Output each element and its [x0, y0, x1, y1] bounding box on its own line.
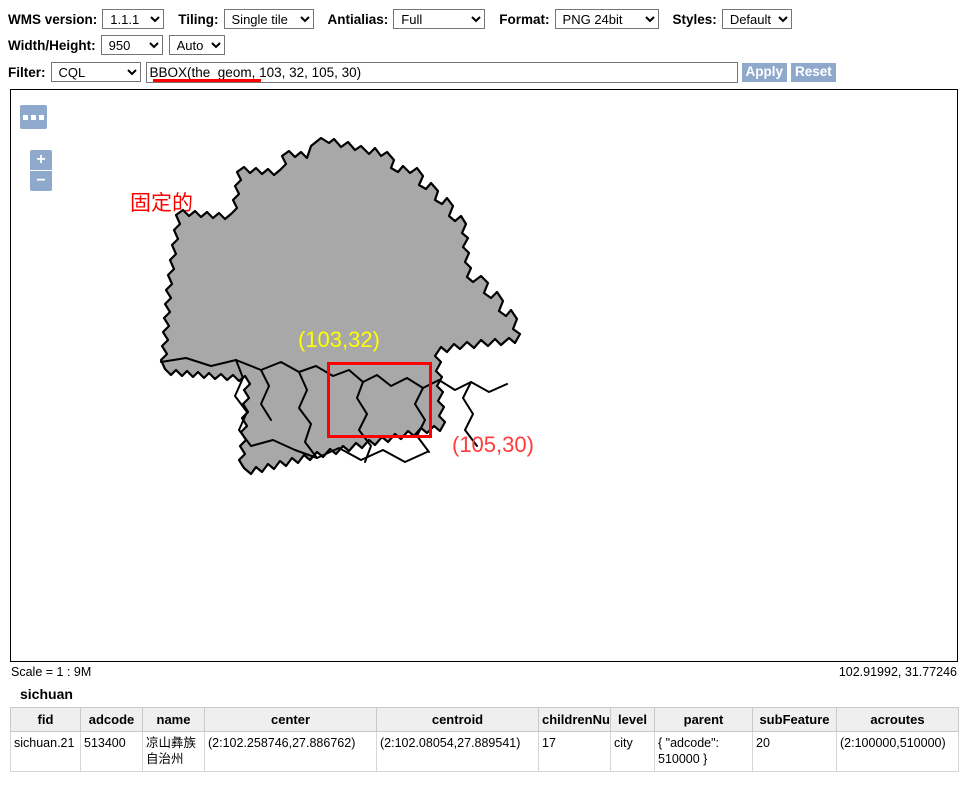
cell-level: city [610, 730, 655, 773]
label-format: Format: [499, 11, 550, 27]
filter-underline-annotation [153, 79, 261, 82]
label-wms-version: WMS version: [8, 11, 98, 27]
select-height[interactable]: Auto [168, 35, 225, 55]
select-filter-type[interactable]: CQL [50, 62, 141, 82]
sichuan-province-map [159, 136, 522, 476]
label-filter: Filter: [8, 64, 46, 80]
cell-fid: sichuan.21 [10, 730, 81, 773]
cell-acroutes: (2:100000,510000) [836, 730, 959, 773]
cell-subfeature: 20 [752, 730, 837, 773]
col-adcode: adcode [80, 707, 143, 732]
label-antialias: Antialias: [327, 11, 389, 27]
label-tiling: Tiling: [178, 11, 219, 27]
col-parent: parent [654, 707, 753, 732]
map-status-bar: Scale = 1 : 9M 102.91992, 31.77246 [10, 663, 958, 681]
label-styles: Styles: [672, 11, 717, 27]
cell-centroid: (2:102.08054,27.889541) [376, 730, 539, 773]
select-width[interactable]: 950 [100, 35, 163, 55]
cell-parent: { "adcode": 510000 } [654, 730, 753, 773]
toolbar-row-size: Width/Height: 950 Auto [8, 32, 969, 58]
bbox-highlight-rectangle [327, 362, 432, 438]
feature-result-section: sichuan fid adcode name center centroid … [10, 686, 960, 773]
ellipsis-icon [23, 114, 44, 120]
select-styles[interactable]: Default [721, 9, 792, 29]
wms-toolbar: WMS version: 1.1.1 Tiling: Single tile A… [0, 0, 969, 86]
toolbar-row-filter: Filter: CQL Apply Reset [8, 58, 969, 86]
select-format[interactable]: PNG 24bit [554, 9, 659, 29]
col-acroutes: acroutes [836, 707, 959, 732]
result-layer-title: sichuan [20, 686, 73, 702]
reset-button[interactable]: Reset [791, 62, 836, 82]
select-tiling[interactable]: Single tile [223, 9, 314, 29]
zoom-in-button[interactable]: + [30, 150, 52, 170]
col-centroid: centroid [376, 707, 539, 732]
col-name: name [142, 707, 205, 732]
cell-center: (2:102.258746,27.886762) [204, 730, 377, 773]
col-childrennu: childrenNu [538, 707, 611, 732]
col-subfeature: subFeature [752, 707, 837, 732]
table-row[interactable]: sichuan.21 513400 凉山彝族自治州 (2:102.258746,… [10, 730, 959, 773]
col-level: level [610, 707, 655, 732]
label-width-height: Width/Height: [8, 37, 96, 53]
cell-adcode: 513400 [80, 730, 143, 773]
map-options-button[interactable] [20, 105, 47, 129]
col-fid: fid [10, 707, 81, 732]
cursor-coordinates: 102.91992, 31.77246 [838, 665, 957, 679]
apply-button[interactable]: Apply [741, 62, 788, 82]
select-wms-version[interactable]: 1.1.1 [102, 9, 165, 29]
feature-attribute-table: fid adcode name center centroid children… [10, 707, 959, 773]
cell-name: 凉山彝族自治州 [142, 730, 205, 773]
col-center: center [204, 707, 377, 732]
table-header-row: fid adcode name center centroid children… [10, 707, 959, 732]
cell-childrennu: 17 [538, 730, 611, 773]
zoom-out-button[interactable]: − [30, 171, 52, 191]
select-antialias[interactable]: Full [393, 9, 486, 29]
toolbar-row-settings: WMS version: 1.1.1 Tiling: Single tile A… [8, 6, 969, 32]
scale-indicator: Scale = 1 : 9M [11, 665, 92, 679]
map-preview-panel[interactable]: + − 固定的 (103,32) (105,30) [10, 89, 958, 662]
